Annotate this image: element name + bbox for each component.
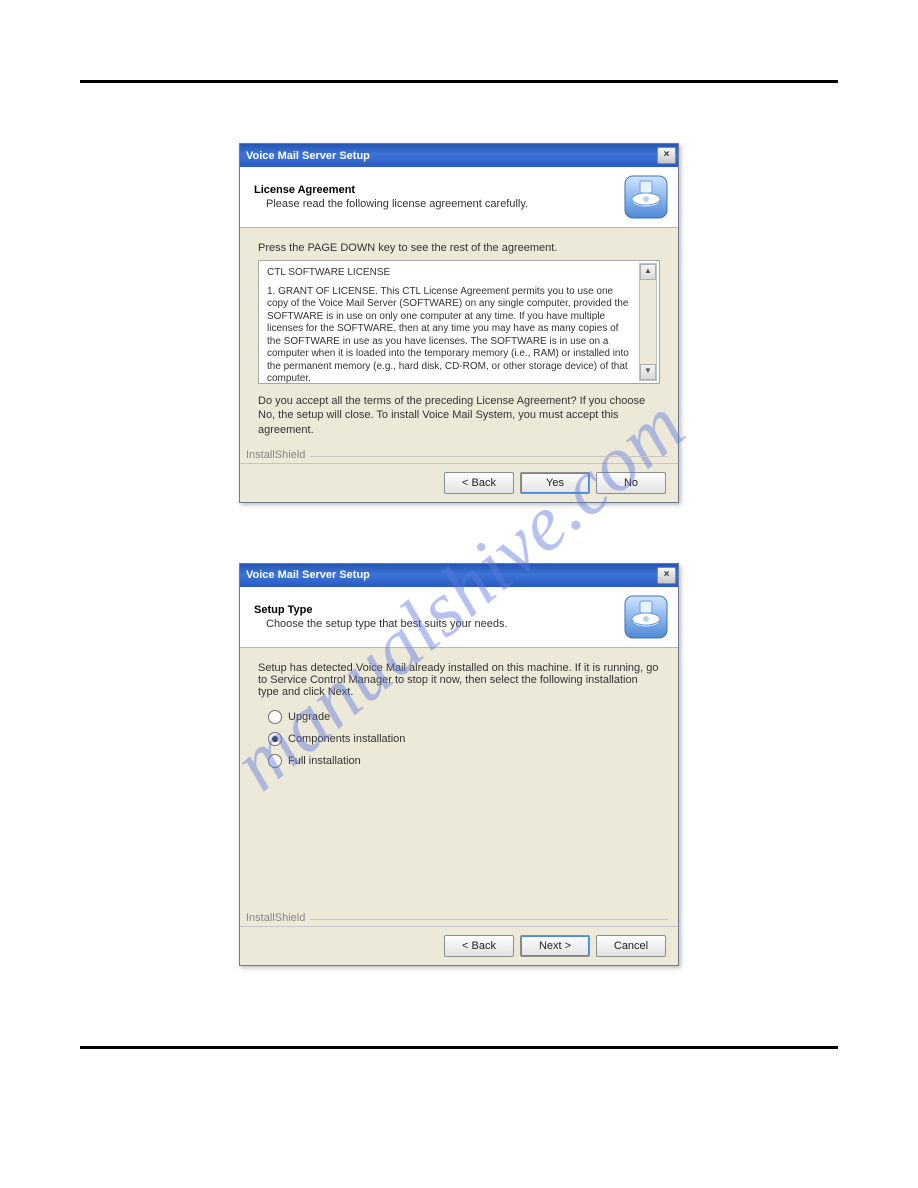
header-title: Setup Type <box>254 604 508 616</box>
setup-type-dialog: Voice Mail Server Setup × Setup Type Cho… <box>239 563 679 966</box>
radio-icon[interactable] <box>268 754 282 768</box>
close-icon[interactable]: × <box>657 147 676 164</box>
installer-disc-icon <box>624 595 668 639</box>
radio-item-upgrade[interactable]: Upgrade <box>268 710 660 724</box>
radio-icon[interactable] <box>268 732 282 746</box>
installshield-brand: InstallShield <box>240 449 678 463</box>
body-spacer <box>258 776 660 906</box>
dialog-body: Setup has detected Voice Mail already in… <box>240 648 678 912</box>
next-button[interactable]: Next > <box>520 935 590 957</box>
license-heading: CTL SOFTWARE LICENSE <box>267 267 631 280</box>
installer-disc-icon <box>624 175 668 219</box>
close-icon[interactable]: × <box>657 567 676 584</box>
radio-label: Full installation <box>288 755 361 767</box>
accept-question-text: Do you accept all the terms of the prece… <box>258 394 660 437</box>
license-agreement-dialog: Voice Mail Server Setup × License Agreem… <box>239 143 679 503</box>
button-row: < Back Next > Cancel <box>240 926 678 965</box>
radio-item-full[interactable]: Full installation <box>268 754 660 768</box>
no-button[interactable]: No <box>596 472 666 494</box>
license-body-text: 1. GRANT OF LICENSE. This CTL License Ag… <box>267 286 631 386</box>
bottom-horizontal-rule <box>80 1046 838 1049</box>
header-subtitle: Please read the following license agreem… <box>266 198 528 210</box>
window-title: Voice Mail Server Setup <box>246 150 370 162</box>
installshield-brand: InstallShield <box>240 912 678 926</box>
titlebar[interactable]: Voice Mail Server Setup × <box>240 564 678 587</box>
back-button[interactable]: < Back <box>444 935 514 957</box>
wizard-header: Setup Type Choose the setup type that be… <box>240 587 678 648</box>
header-subtitle: Choose the setup type that best suits yo… <box>266 618 508 630</box>
back-button[interactable]: < Back <box>444 472 514 494</box>
radio-label: Upgrade <box>288 711 330 723</box>
dialog-body: Press the PAGE DOWN key to see the rest … <box>240 228 678 449</box>
yes-button[interactable]: Yes <box>520 472 590 494</box>
page-down-instruction: Press the PAGE DOWN key to see the rest … <box>258 242 660 254</box>
document-page: Voice Mail Server Setup × License Agreem… <box>0 0 918 1089</box>
header-title: License Agreement <box>254 184 528 196</box>
detected-installed-instruction: Setup has detected Voice Mail already in… <box>258 662 660 698</box>
scroll-up-icon[interactable]: ▲ <box>640 264 656 280</box>
scrollbar[interactable]: ▲ ▼ <box>639 263 657 381</box>
install-type-radio-group: Upgrade Components installation Full ins… <box>268 710 660 768</box>
license-text-box[interactable]: CTL SOFTWARE LICENSE 1. GRANT OF LICENSE… <box>258 260 660 384</box>
radio-item-components[interactable]: Components installation <box>268 732 660 746</box>
scroll-down-icon[interactable]: ▼ <box>640 364 656 380</box>
radio-label: Components installation <box>288 733 405 745</box>
cancel-button[interactable]: Cancel <box>596 935 666 957</box>
button-row: < Back Yes No <box>240 463 678 502</box>
window-title: Voice Mail Server Setup <box>246 569 370 581</box>
radio-icon[interactable] <box>268 710 282 724</box>
titlebar[interactable]: Voice Mail Server Setup × <box>240 144 678 167</box>
top-horizontal-rule <box>80 80 838 83</box>
wizard-header: License Agreement Please read the follow… <box>240 167 678 228</box>
